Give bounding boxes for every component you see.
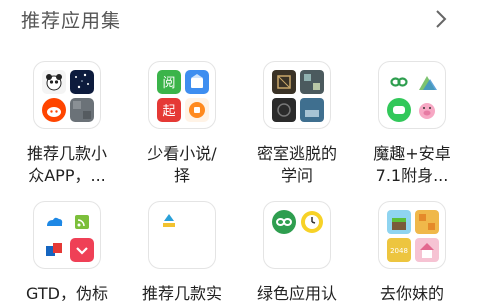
collection-title: GTD，伪标 [26, 284, 108, 303]
collection-icon-group[interactable]: 2048 [378, 201, 446, 269]
yellow-clock-icon [300, 210, 324, 234]
collection-title: 去你妹的 [379, 284, 444, 303]
escape-room-icon [272, 70, 296, 94]
collection-title: 少看小说/ 择 [147, 144, 217, 185]
collection-title: 魔趣+安卓 7.1附身... [373, 144, 451, 185]
collection-icon-group[interactable] [378, 61, 446, 129]
red-blue-app-icon [42, 238, 66, 262]
blue-doc-icon [185, 70, 209, 94]
blue-upload-icon [157, 210, 181, 234]
collection-title: 推荐几款实 [141, 284, 222, 303]
collection-icon-group[interactable] [33, 201, 101, 269]
pink-house-icon [415, 238, 439, 262]
number-2048-icon: 2048 [387, 238, 411, 262]
panda-app-icon [42, 70, 66, 94]
puzzle-game-icon [300, 70, 324, 94]
collection-icon-group[interactable] [33, 61, 101, 129]
section-title: 推荐应用集 [21, 10, 122, 32]
green-infinity-icon [272, 210, 296, 234]
svg-text:2048: 2048 [390, 247, 408, 255]
collection-title: 绿色应用认 [256, 284, 337, 303]
gray-texture-icon [70, 98, 94, 122]
green-triangles-icon [415, 70, 439, 94]
block-game-icon [387, 210, 411, 234]
collection-header[interactable]: 推荐应用集 [0, 0, 480, 40]
blue-room-icon [300, 98, 324, 122]
collection-icon-group[interactable] [263, 201, 331, 269]
red-qi-icon: 起 [157, 98, 181, 122]
pocket-app-icon [70, 238, 94, 262]
starry-sky-icon [70, 70, 94, 94]
green-reader-icon: 阅 [157, 70, 181, 94]
collection-title: 推荐几款小 众APP，... [26, 144, 107, 185]
puzzle-board-icon [415, 210, 439, 234]
rss-reader-icon [70, 210, 94, 234]
svg-text:阅: 阅 [162, 76, 175, 91]
chevron-right-icon[interactable] [430, 8, 452, 30]
pink-pig-icon [415, 98, 439, 122]
orange-app-icon [185, 98, 209, 122]
svg-text:起: 起 [162, 104, 175, 119]
dark-room-icon [272, 98, 296, 122]
green-chat-icon [387, 98, 411, 122]
green-infinity-icon [387, 70, 411, 94]
cloud-app-icon [42, 210, 66, 234]
collection-icon-group[interactable] [148, 201, 216, 269]
reddit-app-icon [42, 98, 66, 122]
collection-icon-group[interactable] [263, 61, 331, 129]
collection-icon-group[interactable]: 阅 起 [148, 61, 216, 129]
collection-title: 密室逃脱的 学问 [256, 144, 337, 185]
